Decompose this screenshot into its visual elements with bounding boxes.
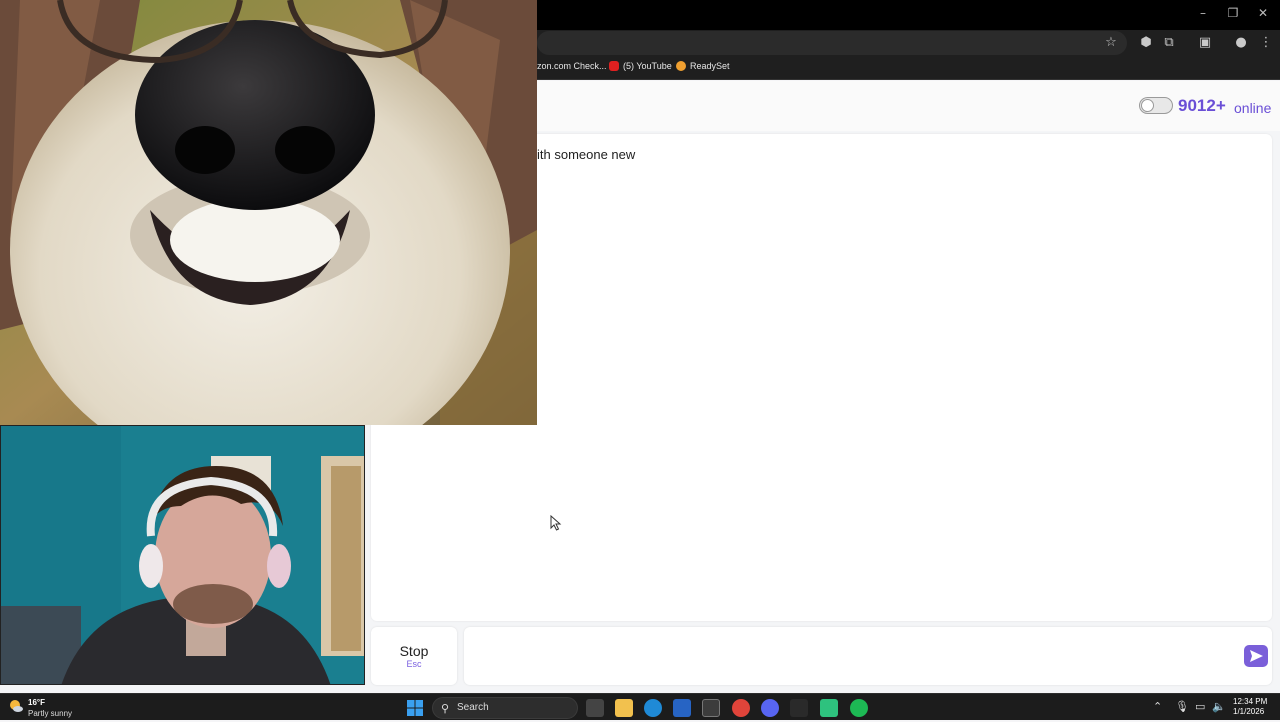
start-button[interactable]	[406, 699, 424, 717]
bookmark-youtube[interactable]: (5) YouTube	[609, 61, 672, 71]
self-video	[0, 425, 365, 685]
restore-icon[interactable]: ❐	[1218, 6, 1248, 20]
theme-toggle[interactable]	[1139, 97, 1173, 114]
message-input[interactable]	[464, 627, 1272, 685]
profile-icon[interactable]: ●	[1233, 35, 1249, 51]
stop-button[interactable]: Stop Esc	[371, 627, 457, 685]
active-app-icon[interactable]	[820, 699, 838, 717]
chrome-icon[interactable]	[732, 699, 750, 717]
send-icon	[1250, 650, 1263, 662]
volume-icon[interactable]: 🔈	[1212, 700, 1226, 713]
online-count: 9012+	[1178, 96, 1226, 115]
clock-time[interactable]: 12:34 PM	[1233, 697, 1267, 706]
microphone-icon[interactable]: 🎙	[1175, 700, 1189, 713]
send-button[interactable]	[1244, 645, 1268, 667]
stop-label: Stop	[399, 643, 429, 659]
edge-icon[interactable]	[644, 699, 662, 717]
system-message: ith someone new	[537, 147, 636, 162]
bookmark-amazon[interactable]: zon.com Check...	[537, 61, 607, 71]
task-view-icon[interactable]	[586, 699, 604, 717]
mouse-cursor-icon	[550, 515, 562, 531]
windows-logo-icon	[407, 700, 423, 716]
bookmark-label: (5) YouTube	[623, 61, 672, 71]
file-explorer-icon[interactable]	[615, 699, 633, 717]
youtube-icon	[609, 61, 619, 71]
stranger-video	[0, 0, 537, 425]
discord-icon[interactable]	[761, 699, 779, 717]
tray-overflow-icon[interactable]: ⌃	[1153, 700, 1162, 713]
more-menu-icon[interactable]: ⋮	[1258, 35, 1274, 51]
app-icon[interactable]	[790, 699, 808, 717]
windows-taskbar: 16°F Partly sunny ⚲ Search ⌃ 🎙 ▭ 🔈 12:34…	[0, 693, 1280, 720]
toggle-knob	[1141, 99, 1154, 112]
readyset-icon	[676, 61, 686, 71]
store-icon[interactable]	[702, 699, 720, 717]
weather-icon[interactable]	[8, 698, 24, 714]
network-icon[interactable]: ▭	[1195, 700, 1205, 713]
extensions-puzzle-icon[interactable]: ⧉	[1161, 35, 1177, 51]
search-icon: ⚲	[441, 702, 450, 715]
weather-desc: Partly sunny	[28, 709, 73, 718]
bookmark-label: ReadySet	[690, 61, 730, 71]
close-icon[interactable]: ✕	[1248, 6, 1278, 20]
search-label: Search	[457, 702, 489, 713]
outlook-icon[interactable]	[673, 699, 691, 717]
bookmark-star-icon[interactable]: ☆	[1103, 35, 1119, 51]
online-label: online	[1234, 100, 1272, 116]
bookmark-label: zon.com Check...	[537, 61, 607, 71]
clock-date[interactable]: 1/1/2026	[1233, 707, 1264, 716]
minimize-icon[interactable]: –	[1188, 6, 1218, 20]
extension-badge-icon[interactable]: ⬢	[1138, 35, 1154, 51]
taskbar-search[interactable]: ⚲ Search	[432, 697, 578, 719]
address-bar[interactable]	[537, 31, 1127, 55]
bookmark-readyset[interactable]: ReadySet	[676, 61, 730, 71]
stop-shortcut-hint: Esc	[406, 659, 422, 669]
spotify-icon[interactable]	[850, 699, 868, 717]
tab-search-icon[interactable]: ▣	[1197, 35, 1213, 51]
weather-temp: 16°F	[28, 698, 45, 707]
